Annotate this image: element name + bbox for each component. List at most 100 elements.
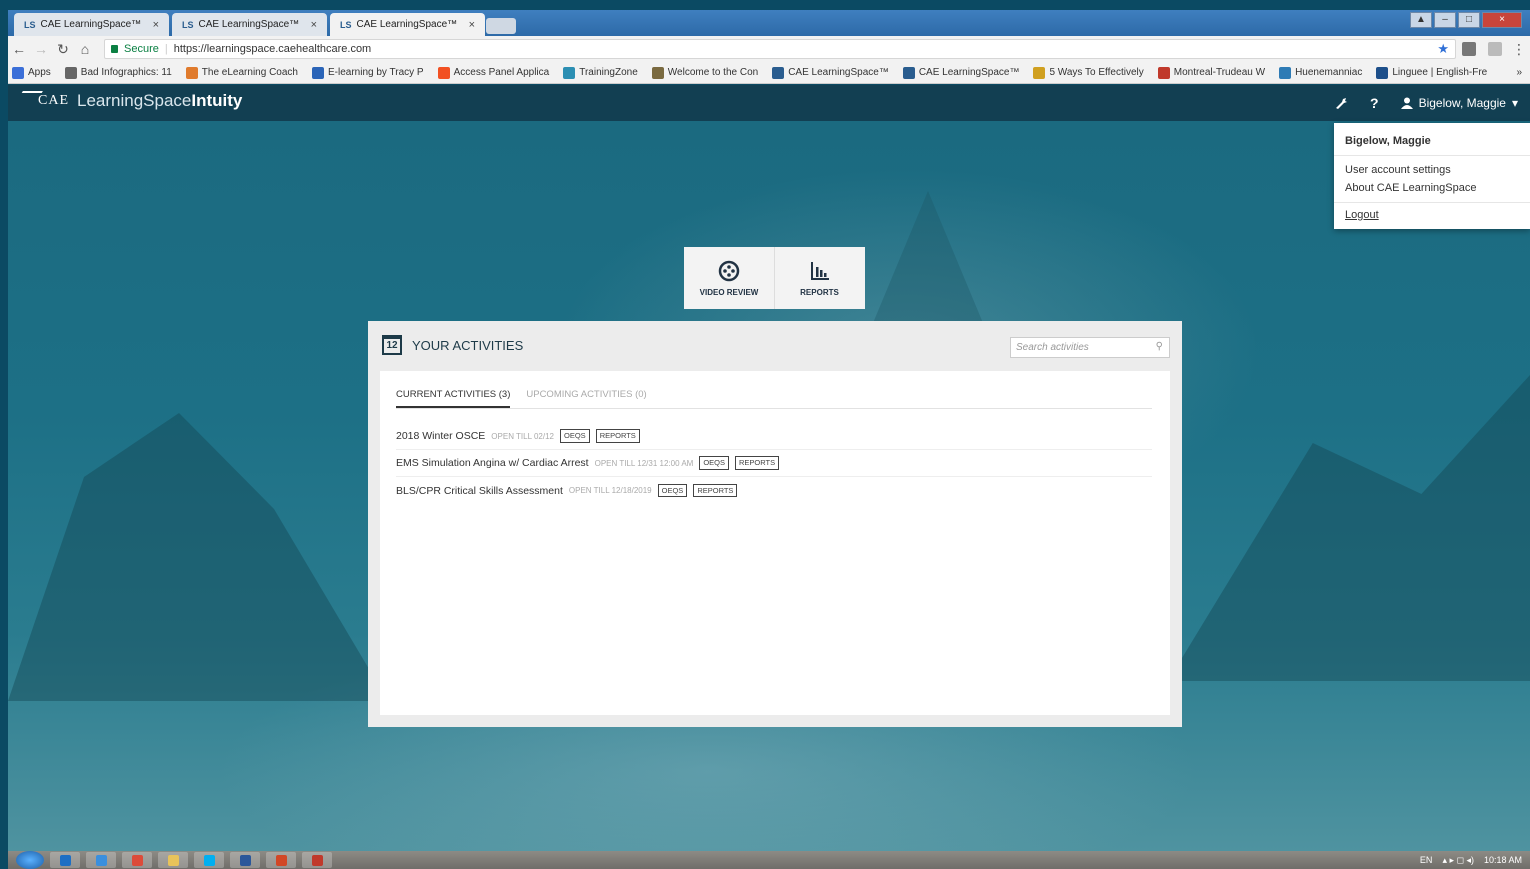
taskbar-app-button[interactable] [302, 852, 332, 868]
user-name: Bigelow, Maggie [1418, 96, 1506, 110]
bookmark-item[interactable]: Montreal-Trudeau W [1157, 66, 1265, 79]
bookmark-item[interactable]: Access Panel Applica [437, 66, 549, 79]
panel-header: 12 YOUR ACTIVITIES [382, 335, 523, 355]
search-icon[interactable]: ⚲ [1156, 341, 1163, 352]
secure-label: Secure [124, 43, 159, 55]
bookmark-item[interactable]: CAE LearningSpace™ [772, 66, 889, 79]
internet-explorer-icon [95, 854, 107, 866]
start-button-icon[interactable] [16, 851, 44, 869]
home-icon[interactable]: ⌂ [74, 41, 96, 57]
bookmark-item[interactable]: E-learning by Tracy P [311, 66, 424, 79]
mountain-shape [1168, 375, 1530, 681]
help-icon[interactable]: ? [1370, 95, 1379, 111]
activity-name[interactable]: EMS Simulation Angina w/ Cardiac Arrest [396, 457, 589, 469]
film-reel-icon [718, 260, 740, 281]
bookmark-icon [772, 66, 785, 79]
bookmark-item[interactable]: TrainingZone [563, 66, 638, 79]
user-menu-toggle[interactable]: Bigelow, Maggie ▾ [1400, 96, 1518, 110]
wrench-icon[interactable] [1334, 97, 1348, 109]
browser-tab[interactable]: LS CAE LearningSpace™ × [172, 13, 327, 36]
activity-name[interactable]: 2018 Winter OSCE [396, 430, 485, 442]
word-icon [239, 854, 251, 866]
search-activities-input[interactable]: Search activities ⚲ [1010, 337, 1170, 358]
url-field[interactable]: Secure | https://learningspace.caehealth… [104, 39, 1456, 59]
browser-tab[interactable]: LS CAE LearningSpace™ × [14, 13, 169, 36]
extension-icon[interactable] [1488, 42, 1502, 56]
lock-icon [111, 45, 118, 53]
back-icon[interactable]: ← [8, 41, 30, 57]
bookmark-icon [651, 66, 664, 79]
bookmarks-overflow-icon[interactable]: » [1516, 67, 1530, 78]
bookmark-item[interactable]: 5 Ways To Effectively [1033, 66, 1144, 79]
taskbar-app-button[interactable] [122, 852, 152, 868]
bookmark-item[interactable]: Welcome to the Con [651, 66, 758, 79]
close-window-icon[interactable]: × [1482, 12, 1522, 28]
bookmark-star-icon[interactable]: ★ [1437, 41, 1449, 57]
reports-button[interactable]: REPORTS [735, 456, 780, 470]
tab-current-activities[interactable]: CURRENT ACTIVITIES (3) [396, 389, 511, 408]
bookmark-item[interactable]: Linguee | English-Fre [1376, 66, 1488, 79]
activity-list: 2018 Winter OSCE OPEN TILL 02/12 OEQS RE… [396, 423, 1152, 504]
windows-taskbar: EN ▴ ▸ ◻ ◂) 10:18 AM [8, 851, 1530, 869]
reports-button[interactable]: REPORTS [595, 429, 640, 443]
tab-upcoming-activities[interactable]: UPCOMING ACTIVITIES (0) [526, 389, 646, 408]
oeqs-button[interactable]: OEQS [699, 456, 730, 470]
bookmark-item[interactable]: Apps [12, 66, 51, 79]
restore-icon[interactable]: ▲ [1410, 12, 1432, 28]
extension-icon[interactable] [1462, 42, 1476, 56]
taskbar-app-button[interactable] [194, 852, 224, 868]
user-account-settings-link[interactable]: User account settings [1334, 161, 1530, 179]
oeqs-button[interactable]: OEQS [657, 483, 688, 498]
forward-icon[interactable]: → [30, 41, 52, 57]
minimize-icon[interactable]: – [1434, 12, 1456, 28]
cae-logo[interactable]: CAE LearningSpaceIntuity [17, 91, 242, 111]
about-link[interactable]: About CAE LearningSpace [1334, 179, 1530, 197]
user-dropdown-menu: Bigelow, Maggie User account settings Ab… [1334, 123, 1530, 229]
logout-link[interactable]: Logout [1334, 203, 1530, 227]
reports-tile[interactable]: REPORTS [774, 247, 864, 309]
language-indicator[interactable]: EN [1420, 855, 1433, 866]
taskbar-app-button[interactable] [158, 852, 188, 868]
taskbar-app-button[interactable] [266, 852, 296, 868]
browser-tab-active[interactable]: LS CAE LearningSpace™ × [330, 13, 485, 36]
close-tab-icon[interactable]: × [153, 19, 159, 31]
bookmark-label: Linguee | English-Fre [1392, 67, 1488, 78]
close-tab-icon[interactable]: × [311, 19, 317, 31]
tile-label: REPORTS [800, 287, 839, 297]
new-tab-button[interactable] [486, 18, 516, 34]
taskbar-app-button[interactable] [230, 852, 260, 868]
browser-tab-strip: LS CAE LearningSpace™ × LS CAE LearningS… [8, 10, 1530, 36]
reload-icon[interactable]: ↻ [52, 41, 74, 58]
activity-open-until: OPEN TILL 02/12 [491, 431, 554, 441]
chevron-down-icon: ▾ [1511, 96, 1518, 110]
clock[interactable]: 10:18 AM [1484, 855, 1522, 866]
bookmark-item[interactable]: Bad Infographics: 11 [64, 66, 172, 79]
reports-button[interactable]: REPORTS [693, 483, 738, 498]
chrome-menu-icon[interactable]: ⋮ [1508, 41, 1530, 58]
taskbar-app-button[interactable] [86, 852, 116, 868]
bookmark-label: CAE LearningSpace™ [918, 67, 1020, 78]
network-icon[interactable]: ▴ ▸ ◻ ◂) [1442, 855, 1474, 866]
bookmark-icon [1279, 66, 1292, 79]
maximize-icon[interactable]: □ [1458, 12, 1480, 28]
file-explorer-icon [167, 854, 179, 866]
activities-panel: 12 YOUR ACTIVITIES Search activities ⚲ C… [368, 321, 1182, 727]
activity-name[interactable]: BLS/CPR Critical Skills Assessment [396, 485, 563, 497]
bookmark-item[interactable]: Huenemanniac [1279, 66, 1362, 79]
bookmark-label: Apps [28, 67, 51, 78]
tool-tiles: VIDEO REVIEW REPORTS [684, 247, 865, 309]
activity-row: BLS/CPR Critical Skills Assessment OPEN … [396, 477, 1152, 504]
oeqs-button[interactable]: OEQS [560, 429, 590, 443]
bookmark-item[interactable]: The eLearning Coach [185, 66, 298, 79]
close-tab-icon[interactable]: × [469, 19, 475, 31]
bookmark-item[interactable]: CAE LearningSpace™ [902, 66, 1020, 79]
bookmark-icon [185, 66, 198, 79]
video-review-tile[interactable]: VIDEO REVIEW [684, 247, 774, 309]
bookmarks-bar: Apps Bad Infographics: 11 The eLearning Co… [8, 62, 1530, 84]
browser-tab-label: CAE LearningSpace™ [356, 19, 458, 30]
activity-row: EMS Simulation Angina w/ Cardiac Arrest … [396, 450, 1152, 477]
bookmark-label: E-learning by Tracy P [327, 67, 424, 78]
browser-tab-label: CAE LearningSpace™ [40, 19, 142, 30]
url-text[interactable]: https://learningspace.caehealthcare.com [174, 43, 372, 55]
taskbar-app-button[interactable] [50, 852, 80, 868]
